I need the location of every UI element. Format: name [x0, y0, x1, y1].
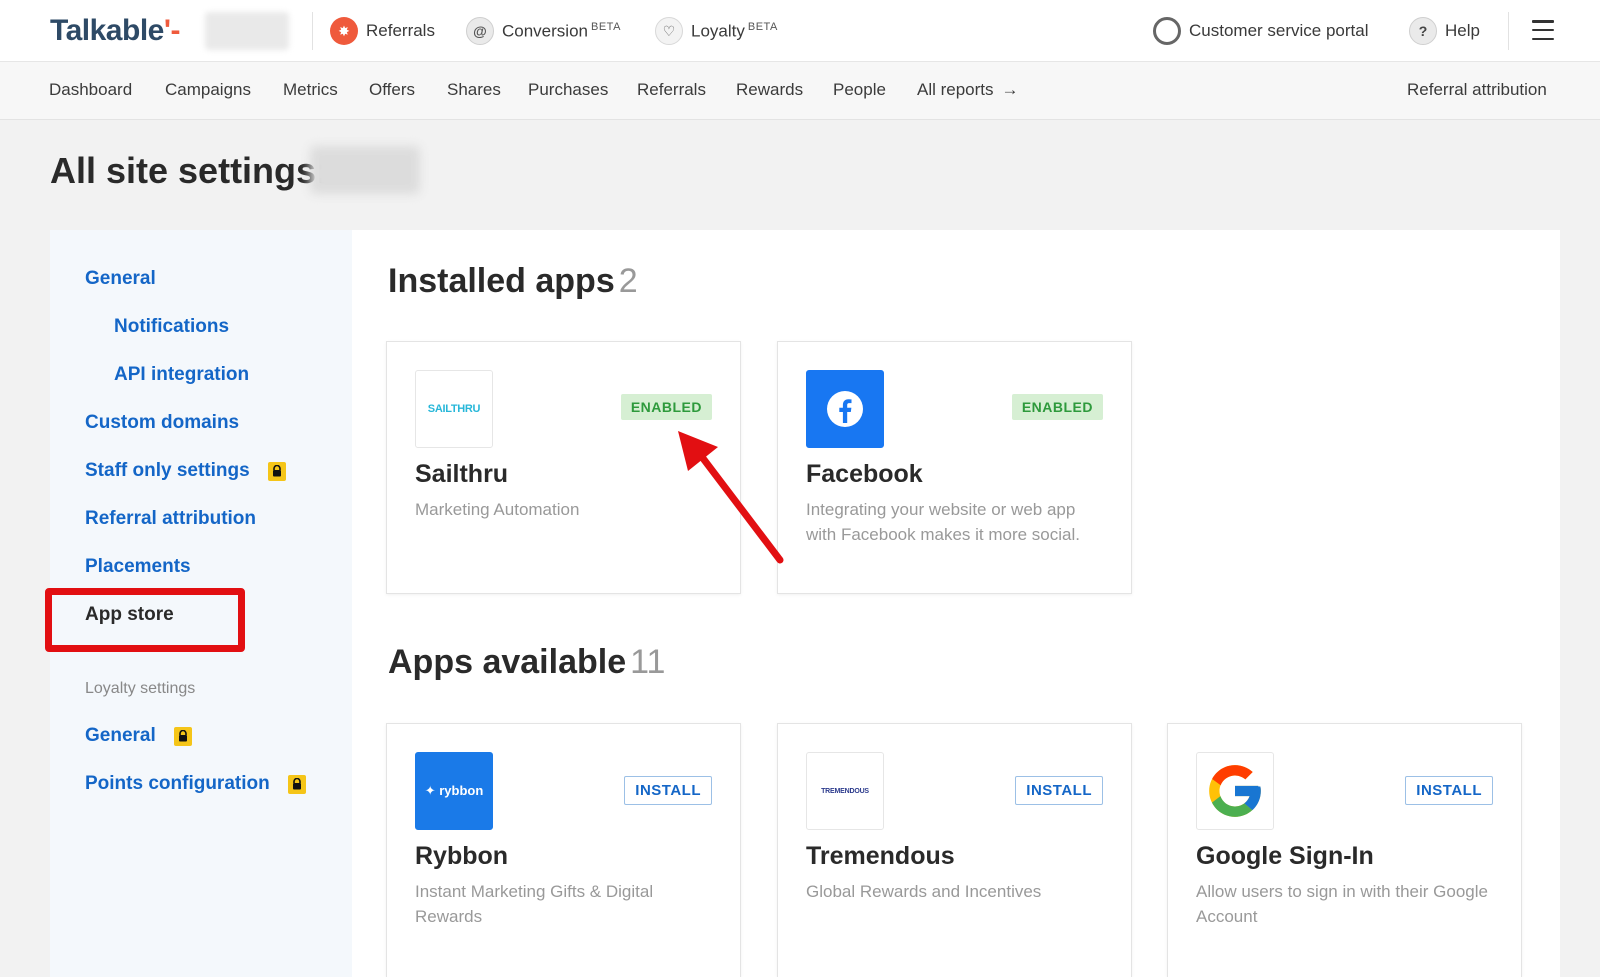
subnav-all-reports[interactable]: All reports → [917, 80, 1019, 100]
install-button[interactable]: INSTALL [1405, 776, 1493, 805]
lock-icon [287, 774, 306, 794]
sidebar-item-points-configuration[interactable]: Points configuration [85, 773, 306, 795]
subnav-referral-attribution[interactable]: Referral attribution [1407, 80, 1547, 100]
nav-loyalty[interactable]: ♡ Loyalty BETA [655, 16, 778, 46]
sidebar-item-custom-domains[interactable]: Custom domains [85, 412, 239, 434]
apps-available-count: 11 [630, 643, 666, 681]
app-card-tremendous[interactable]: TREMENDOUS INSTALL Tremendous Global Rew… [777, 723, 1132, 977]
subnav-metrics[interactable]: Metrics [283, 80, 338, 100]
section-title-label: Installed apps [388, 262, 615, 300]
tremendous-logo: TREMENDOUS [806, 752, 884, 830]
sidebar-item-api-integration[interactable]: API integration [114, 364, 249, 386]
app-name: Google Sign-In [1196, 842, 1374, 870]
installed-apps-count: 2 [618, 262, 638, 300]
nav-referrals-label: Referrals [366, 21, 435, 40]
facebook-icon [806, 370, 884, 448]
arrow-right-icon: → [1001, 80, 1019, 99]
app-description: Allow users to sign in with their Google… [1196, 882, 1488, 926]
app-name: Tremendous [806, 842, 955, 870]
page-title: All site settings: [50, 150, 329, 191]
sidebar-item-label: Staff only settings [85, 460, 250, 481]
subnav-rewards[interactable]: Rewards [736, 80, 803, 100]
sidebar-item-referral-attribution[interactable]: Referral attribution [85, 508, 256, 530]
app-card-facebook[interactable]: ENABLED Facebook Integrating your websit… [777, 341, 1132, 594]
sidebar-item-notifications[interactable]: Notifications [114, 316, 229, 338]
top-bar: Talkable'- ✸ Referrals @ Conversion BETA … [0, 0, 1600, 62]
subnav-campaigns[interactable]: Campaigns [165, 80, 251, 100]
app-name: Rybbon [415, 842, 509, 870]
rybbon-logo-text: ✦ rybbon [424, 783, 484, 798]
annotation-arrow-icon [678, 431, 784, 564]
secondary-nav: Dashboard Campaigns Metrics Offers Share… [0, 62, 1600, 120]
subnav-offers[interactable]: Offers [369, 80, 415, 100]
talkable-logo[interactable]: Talkable'- [50, 14, 180, 48]
site-selector[interactable] [205, 12, 289, 50]
portal-label: Customer service portal [1189, 21, 1369, 40]
app-card-google-sign-in[interactable]: INSTALL Google Sign-In Allow users to si… [1167, 723, 1522, 977]
sidebar-item-staff-only-settings[interactable]: Staff only settings [85, 460, 286, 482]
app-name: Facebook [806, 460, 923, 488]
sidebar-item-placements[interactable]: Placements [85, 556, 191, 578]
sailthru-logo-text: SAILTHRU [427, 403, 481, 415]
help-icon: ? [1409, 17, 1437, 45]
beta-badge: BETA [591, 20, 621, 33]
rybbon-logo: ✦ rybbon [415, 752, 493, 830]
at-sign-icon: @ [466, 17, 494, 45]
sidebar-item-label: General [85, 725, 156, 746]
heart-icon: ♡ [655, 17, 683, 45]
subnav-purchases[interactable]: Purchases [528, 80, 608, 100]
app-name: Sailthru [415, 460, 509, 488]
sidebar-item-loyalty-general[interactable]: General [85, 725, 192, 747]
highlight-box [45, 588, 245, 652]
divider [1508, 12, 1509, 50]
app-description: Integrating your website or web app with… [806, 500, 1080, 544]
install-button[interactable]: INSTALL [1015, 776, 1103, 805]
status-badge: ENABLED [620, 394, 712, 420]
nav-conversion-label: Conversion BETA [502, 20, 621, 41]
divider [312, 12, 313, 50]
referrals-icon: ✸ [330, 17, 358, 45]
app-card-rybbon[interactable]: ✦ rybbon INSTALL Rybbon Instant Marketin… [386, 723, 741, 977]
nav-conversion[interactable]: @ Conversion BETA [466, 16, 621, 46]
site-name-redacted [310, 146, 420, 194]
nav-referrals[interactable]: ✸ Referrals [330, 16, 435, 46]
help-link[interactable]: ? Help [1409, 16, 1480, 46]
status-badge: ENABLED [1011, 394, 1103, 420]
sidebar-item-label: Points configuration [85, 773, 270, 794]
hamburger-menu-icon[interactable] [1532, 20, 1554, 40]
customer-service-portal-link[interactable]: Customer service portal [1153, 16, 1369, 46]
tremendous-logo-text: TREMENDOUS [821, 787, 869, 795]
subnav-dashboard[interactable]: Dashboard [49, 80, 132, 100]
lock-icon [267, 461, 286, 481]
sidebar-item-general[interactable]: General [85, 268, 156, 290]
subnav-shares[interactable]: Shares [447, 80, 501, 100]
apps-available-heading: Apps available 11 [388, 643, 665, 682]
app-description: Instant Marketing Gifts & Digital Reward… [415, 882, 654, 926]
google-icon [1196, 752, 1274, 830]
subnav-people[interactable]: People [833, 80, 886, 100]
loyalty-settings-heading: Loyalty settings [85, 680, 196, 697]
help-label: Help [1445, 21, 1480, 40]
beta-badge: BETA [747, 20, 778, 33]
all-reports-label: All reports [917, 80, 994, 99]
portal-icon [1153, 17, 1181, 45]
install-button[interactable]: INSTALL [624, 776, 712, 805]
subnav-referrals[interactable]: Referrals [637, 80, 706, 100]
lock-icon [173, 726, 192, 746]
section-title-label: Apps available [388, 643, 627, 681]
sailthru-logo: SAILTHRU [415, 370, 493, 448]
installed-apps-heading: Installed apps 2 [388, 262, 638, 301]
app-description: Global Rewards and Incentives [806, 882, 1042, 901]
nav-loyalty-label: Loyalty BETA [691, 20, 778, 41]
